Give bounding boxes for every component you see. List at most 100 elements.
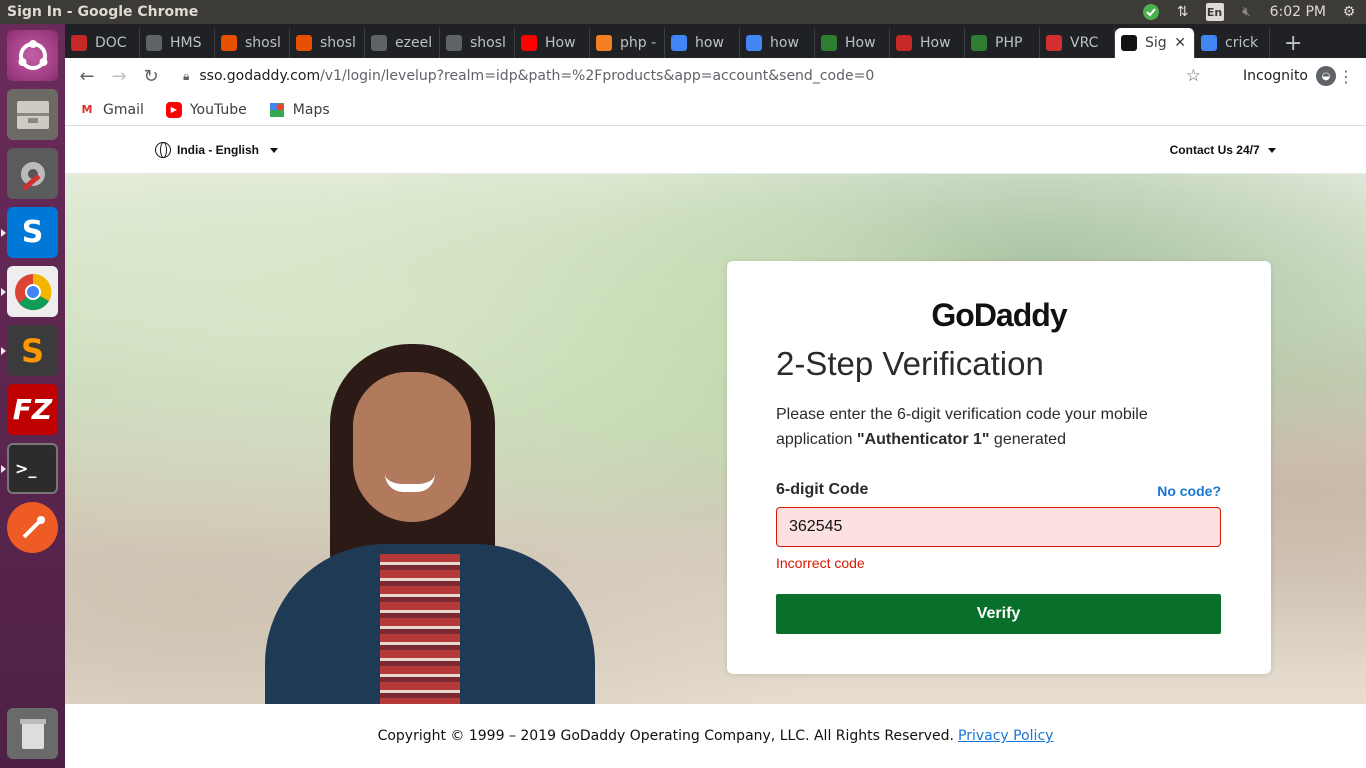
contact-menu[interactable]: Contact Us 24/7: [1170, 143, 1276, 157]
bookmark-gmail[interactable]: M Gmail: [79, 102, 144, 118]
tab-13[interactable]: VRC: [1040, 28, 1115, 58]
settings-gear-icon[interactable]: ⚙: [1340, 3, 1358, 21]
gmail-icon: M: [81, 103, 93, 116]
code-input[interactable]: [776, 507, 1221, 547]
terminal-icon[interactable]: >_: [7, 443, 58, 494]
globe-icon: [146, 35, 162, 51]
page-content: India - English Contact Us 24/7 GoDaddy …: [65, 127, 1366, 768]
tab-label: How: [545, 35, 576, 51]
code-label: 6-digit Code: [776, 481, 869, 498]
tab-12[interactable]: PHP: [965, 28, 1040, 58]
caret-down-icon: [1268, 148, 1276, 154]
postman-icon[interactable]: [7, 502, 58, 553]
ship-icon: [296, 35, 312, 51]
tab-strip: DOC HMS shosl shosl ezeel shosl How php - how how…: [65, 24, 1366, 58]
tab-label: Sig: [1145, 35, 1167, 51]
tab-4[interactable]: ezeel: [365, 28, 440, 58]
close-tab-icon[interactable]: ✕: [1174, 35, 1186, 51]
tab-15[interactable]: crick: [1195, 28, 1270, 58]
incognito-label: Incognito: [1243, 68, 1308, 84]
tab-label: HMS: [170, 35, 202, 51]
tab-7[interactable]: php -: [590, 28, 665, 58]
bookmark-label: Gmail: [103, 101, 144, 118]
running-indicator: [1, 347, 6, 355]
no-code-link[interactable]: No code?: [1157, 483, 1221, 499]
sublime-text-icon[interactable]: S: [7, 325, 58, 376]
google-icon: [671, 35, 687, 51]
tab-6[interactable]: How: [515, 28, 590, 58]
godaddy-icon: [1121, 35, 1137, 51]
instructions-text: Please enter the 6-digit verification co…: [776, 406, 1148, 448]
tab-10[interactable]: How: [815, 28, 890, 58]
verify-button[interactable]: Verify: [776, 594, 1221, 634]
bookmark-label: YouTube: [189, 101, 247, 118]
tab-1[interactable]: HMS: [140, 28, 215, 58]
gg-icon: [971, 35, 987, 51]
site-header: India - English Contact Us 24/7: [65, 127, 1366, 174]
tab-label: shosl: [470, 35, 506, 51]
doc-icon: [71, 35, 87, 51]
reload-button[interactable]: ↻: [135, 66, 167, 87]
lock-icon[interactable]: 🔒︎: [183, 69, 189, 84]
url-host: sso.godaddy.com: [199, 68, 321, 84]
contact-label: Contact Us 24/7: [1169, 143, 1260, 157]
clock[interactable]: 6:02 PM: [1270, 4, 1326, 20]
keyboard-layout-indicator[interactable]: En: [1205, 3, 1224, 21]
tab-label: php -: [620, 35, 657, 51]
hero-background-photo: GoDaddy 2-Step Verification Please enter…: [65, 174, 1366, 704]
youtube-icon: ▶: [165, 101, 182, 118]
back-button[interactable]: ←: [71, 66, 103, 87]
copyright-text: Copyright © 1999 – 2019 GoDaddy Operatin…: [377, 728, 955, 744]
running-indicator: [1, 288, 6, 296]
tab-2[interactable]: shosl: [215, 28, 290, 58]
tab-8[interactable]: how: [665, 28, 740, 58]
bookmark-youtube[interactable]: ▶ YouTube: [165, 101, 247, 118]
volume-mute-icon[interactable]: 🔇︎: [1238, 3, 1256, 21]
running-indicator: [1, 465, 6, 473]
toolbar: ← → ↻ 🔒︎ sso.godaddy.com/v1/login/levelu…: [65, 58, 1366, 94]
smiling-woman-photo: [245, 344, 605, 704]
network-icon[interactable]: ⇅: [1174, 3, 1192, 21]
google-icon: [1201, 35, 1217, 51]
running-indicator: [1, 229, 6, 237]
trash-icon[interactable]: [7, 708, 58, 759]
caret-down-icon: [270, 147, 279, 153]
cw-icon: [896, 35, 912, 51]
tab-label: shosl: [245, 35, 281, 51]
incognito-indicator[interactable]: Incognito ◒: [1243, 66, 1336, 86]
bookmark-star-icon[interactable]: ☆: [1186, 66, 1201, 86]
tab-5[interactable]: shosl: [440, 28, 515, 58]
tab-14[interactable]: Sig ✕: [1115, 28, 1195, 58]
godaddy-logo: GoDaddy: [931, 297, 1067, 333]
filezilla-icon[interactable]: FZ: [7, 384, 58, 435]
new-tab-button[interactable]: +: [1270, 28, 1302, 58]
privacy-policy-link[interactable]: Privacy Policy: [958, 728, 1053, 744]
top-panel: Sign In - Google Chrome ⇅ En 🔇︎ 6:02 PM …: [0, 0, 1366, 24]
chrome-icon[interactable]: [7, 266, 58, 317]
tab-label: How: [845, 35, 876, 51]
tab-label: VRC: [1070, 35, 1099, 51]
tab-11[interactable]: How: [890, 28, 965, 58]
locale-selector[interactable]: India - English: [155, 142, 279, 158]
tab-0[interactable]: DOC: [65, 28, 140, 58]
address-bar[interactable]: 🔒︎ sso.godaddy.com/v1/login/levelup?real…: [183, 68, 874, 84]
tab-label: How: [920, 35, 951, 51]
tab-label: how: [695, 35, 724, 51]
update-icon[interactable]: [1142, 3, 1160, 21]
tab-3[interactable]: shosl: [290, 28, 365, 58]
url-path: /v1/login/levelup?realm=idp&path=%2Fprod…: [320, 68, 875, 84]
forward-button[interactable]: →: [103, 66, 135, 87]
gg-icon: [821, 35, 837, 51]
files-icon[interactable]: [7, 89, 58, 140]
system-settings-icon[interactable]: [7, 148, 58, 199]
globe-icon: [155, 142, 171, 158]
error-message: Incorrect code: [776, 555, 865, 571]
tab-9[interactable]: how: [740, 28, 815, 58]
page-title: 2-Step Verification: [776, 345, 1044, 382]
system-tray: ⇅ En 🔇︎ 6:02 PM ⚙: [1142, 0, 1358, 24]
skype-icon[interactable]: S: [7, 207, 58, 258]
chrome-menu-icon[interactable]: ⋮: [1338, 67, 1354, 86]
bookmark-label: Maps: [292, 101, 330, 118]
ubuntu-dash-icon[interactable]: [7, 30, 58, 81]
bookmark-maps[interactable]: Maps: [269, 102, 330, 118]
